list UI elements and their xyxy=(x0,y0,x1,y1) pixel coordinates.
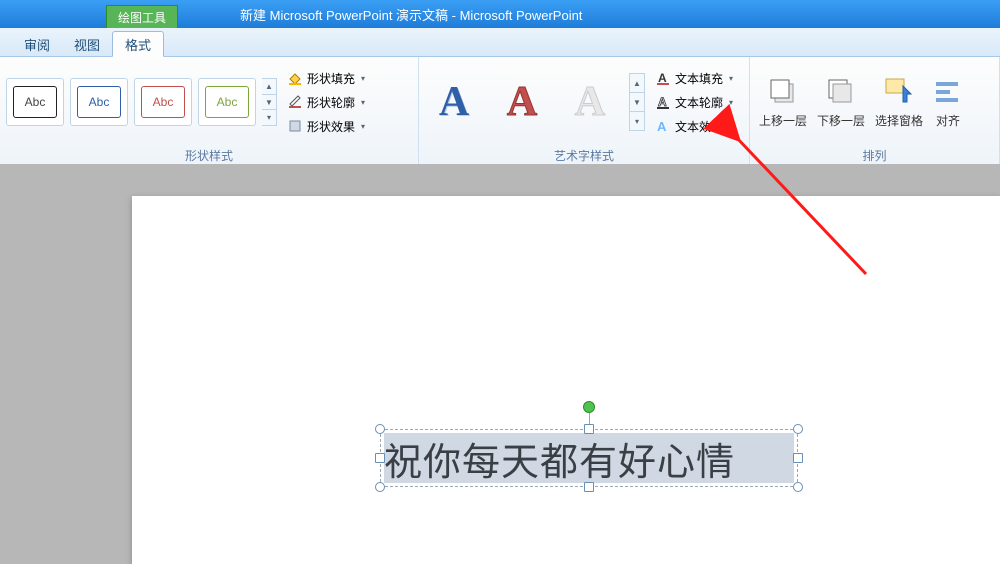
text-fill-icon: A xyxy=(655,70,671,86)
ribbon: Abc Abc Abc Abc ▲ ▼ ▾ 形状填充▾ xyxy=(0,57,1000,166)
align-icon xyxy=(932,76,964,108)
send-backward-icon xyxy=(825,76,857,108)
group-label-wordart: 艺术字样式 xyxy=(419,147,749,165)
svg-text:A: A xyxy=(657,119,667,134)
window-title: 新建 Microsoft PowerPoint 演示文稿 - Microsoft… xyxy=(240,5,582,24)
selection-pane-button[interactable]: 选择窗格 xyxy=(870,65,928,139)
shape-style-item[interactable]: Abc xyxy=(70,78,128,126)
group-label-arrange: 排列 xyxy=(750,147,999,165)
bring-forward-icon xyxy=(767,76,799,108)
text-outline-button[interactable]: A 文本轮廓▾ xyxy=(651,91,737,113)
wordart-gallery-scroll[interactable]: ▲ ▼ ▾ xyxy=(629,73,645,131)
shape-fill-button[interactable]: 形状填充▾ xyxy=(283,67,369,89)
bring-forward-button[interactable]: 上移一层 xyxy=(754,65,812,139)
group-shape-styles: Abc Abc Abc Abc ▲ ▼ ▾ 形状填充▾ xyxy=(0,57,419,165)
resize-handle-sw[interactable] xyxy=(375,482,385,492)
resize-handle-n[interactable] xyxy=(584,424,594,434)
text-outline-icon: A xyxy=(655,94,671,110)
contextual-tab-drawingtools[interactable]: 绘图工具 xyxy=(106,5,178,28)
ribbon-tabs: 审阅 视图 格式 xyxy=(0,28,1000,57)
resize-handle-ne[interactable] xyxy=(793,424,803,434)
text-effects-button[interactable]: A 文本效果▾ xyxy=(651,115,737,137)
gallery-more-icon[interactable]: ▾ xyxy=(630,112,644,130)
selected-textbox[interactable]: 祝你每天都有好心情 xyxy=(380,429,798,487)
group-arrange: 上移一层 下移一层 选择窗格 对齐 排列 xyxy=(750,57,1000,165)
resize-handle-se[interactable] xyxy=(793,482,803,492)
tab-review[interactable]: 审阅 xyxy=(12,32,62,56)
group-label-shape-styles: 形状样式 xyxy=(0,147,418,165)
textbox-content[interactable]: 祝你每天都有好心情 xyxy=(384,433,794,483)
title-bar: 绘图工具 新建 Microsoft PowerPoint 演示文稿 - Micr… xyxy=(0,0,1000,28)
tab-format[interactable]: 格式 xyxy=(112,31,164,57)
workspace: 祝你每天都有好心情 xyxy=(0,164,1000,564)
shape-style-gallery[interactable]: Abc Abc Abc Abc ▲ ▼ ▾ xyxy=(6,78,277,126)
wordart-style-item[interactable]: A xyxy=(425,74,483,130)
send-backward-button[interactable]: 下移一层 xyxy=(812,65,870,139)
contextual-tab-area: 绘图工具 xyxy=(0,0,200,28)
shape-style-item[interactable]: Abc xyxy=(6,78,64,126)
scroll-up-icon[interactable]: ▲ xyxy=(262,79,276,95)
selection-pane-icon xyxy=(883,76,915,108)
scroll-up-icon[interactable]: ▲ xyxy=(630,74,644,93)
rotation-handle[interactable] xyxy=(583,401,595,413)
text-fill-button[interactable]: A 文本填充▾ xyxy=(651,67,737,89)
resize-handle-e[interactable] xyxy=(793,453,803,463)
text-effects-icon: A xyxy=(655,118,671,134)
gallery-more-icon[interactable]: ▾ xyxy=(262,110,276,125)
shape-style-item[interactable]: Abc xyxy=(134,78,192,126)
align-button[interactable]: 对齐 xyxy=(928,65,968,139)
wordart-gallery[interactable]: A A A ▲ ▼ ▾ xyxy=(425,73,645,131)
app-window: 绘图工具 新建 Microsoft PowerPoint 演示文稿 - Micr… xyxy=(0,0,1000,564)
resize-handle-nw[interactable] xyxy=(375,424,385,434)
tab-view[interactable]: 视图 xyxy=(62,32,112,56)
shape-style-gallery-scroll[interactable]: ▲ ▼ ▾ xyxy=(262,78,277,126)
group-wordart-styles: A A A ▲ ▼ ▾ A 文本填充▾ A 文 xyxy=(419,57,750,165)
svg-text:A: A xyxy=(658,71,667,85)
wordart-style-item[interactable]: A xyxy=(561,74,619,130)
scroll-down-icon[interactable]: ▼ xyxy=(630,93,644,112)
shape-outline-button[interactable]: 形状轮廓▾ xyxy=(283,91,369,113)
slide-canvas[interactable]: 祝你每天都有好心情 xyxy=(132,196,1000,564)
paint-bucket-icon xyxy=(287,70,303,86)
shape-style-item[interactable]: Abc xyxy=(198,78,256,126)
resize-handle-s[interactable] xyxy=(584,482,594,492)
shape-effects-icon xyxy=(287,118,303,134)
scroll-down-icon[interactable]: ▼ xyxy=(262,95,276,111)
wordart-style-item[interactable]: A xyxy=(493,74,551,130)
svg-text:A: A xyxy=(658,95,667,109)
pencil-outline-icon xyxy=(287,94,303,110)
shape-effects-button[interactable]: 形状效果▾ xyxy=(283,115,369,137)
resize-handle-w[interactable] xyxy=(375,453,385,463)
